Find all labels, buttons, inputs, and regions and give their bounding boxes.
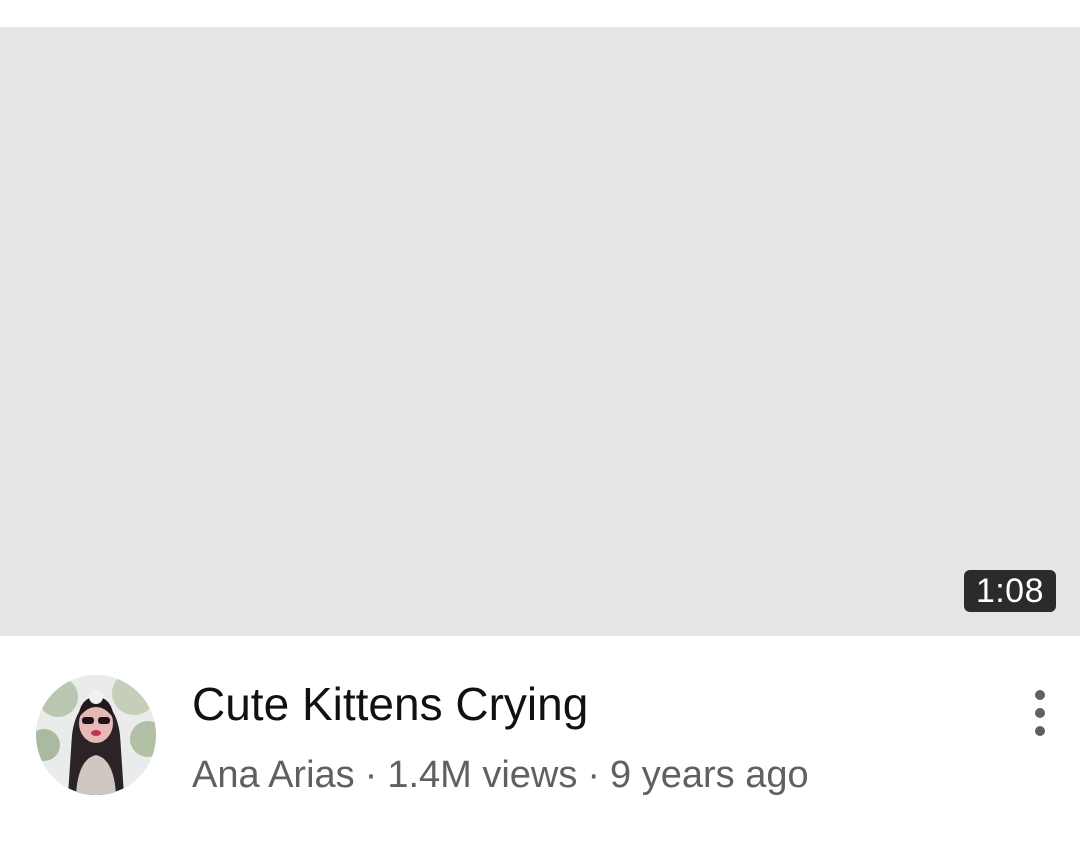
video-card[interactable]: 1:08 Cute Kittens Crying Ana Arias · 1.4… [0,0,1080,854]
more-vert-icon [1035,690,1045,700]
duration-badge: 1:08 [963,570,1056,612]
video-thumbnail[interactable]: 1:08 [0,27,1080,636]
more-vert-icon [1035,726,1045,736]
channel-avatar[interactable] [36,675,156,795]
meta-separator: · [587,754,601,796]
channel-name[interactable]: Ana Arias [192,754,355,796]
avatar-image [36,675,156,795]
video-title[interactable]: Cute Kittens Crying [192,676,588,732]
more-vert-icon [1035,708,1045,718]
more-options-button[interactable] [1016,684,1064,742]
view-count: 1.4M views [387,754,578,796]
upload-age: 9 years ago [610,754,809,796]
meta-separator: · [364,754,378,796]
video-subtitle: Ana Arias · 1.4M views · 9 years ago [192,750,809,800]
video-metadata-row: Cute Kittens Crying Ana Arias · 1.4M views… [0,636,1080,854]
